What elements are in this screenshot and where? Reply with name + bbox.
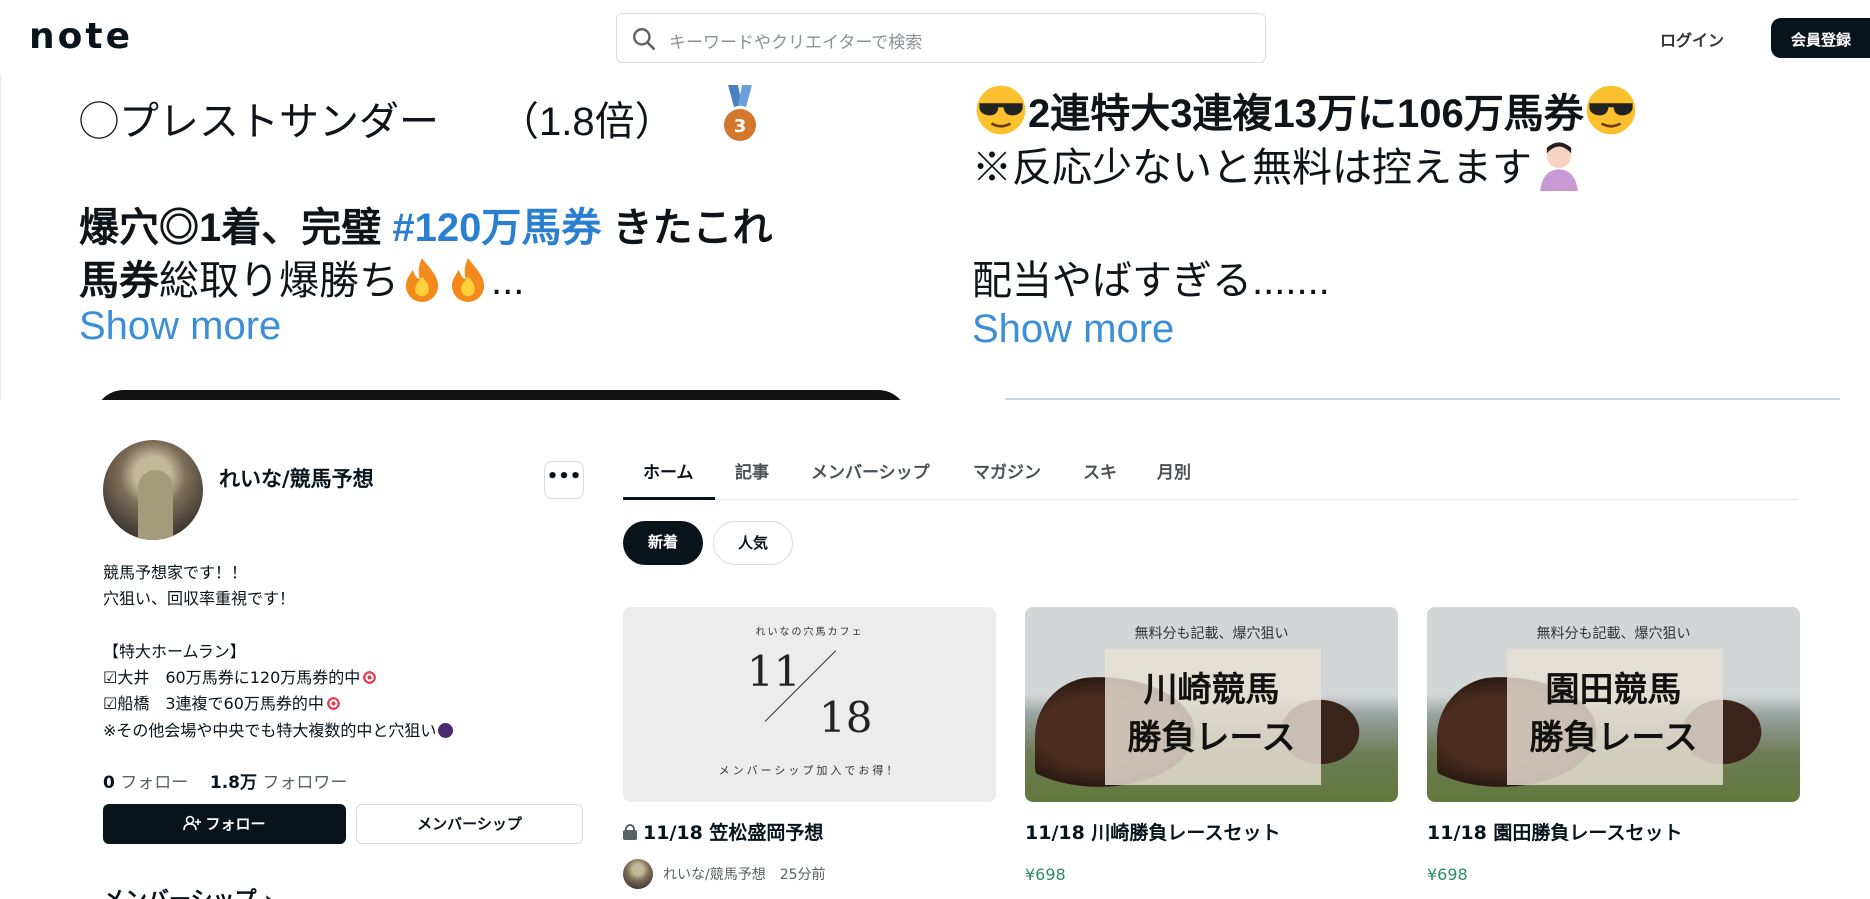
membership-heading[interactable]: メンバーシップ › (103, 882, 273, 899)
article-title[interactable]: 11/18 園田勝負レースセット (1427, 818, 1800, 845)
tab-magazine[interactable]: マガジン (973, 458, 1041, 483)
follow-button-label: フォロー (205, 815, 266, 833)
bronze-medal-icon: 3 (724, 85, 756, 141)
bio-line-row: ☑大井 60万馬券に120万馬券的中 (103, 665, 453, 691)
banner-right-line3: 配当やばすぎる....... (972, 259, 1330, 303)
author-avatar (623, 859, 653, 889)
note-logo[interactable]: note (29, 19, 133, 55)
author-name: れいな/競馬予想 (663, 867, 766, 883)
thumbnail-day: 18 (819, 693, 873, 742)
site-header: note キーワードやクリエイターで検索 ログイン 会員登録 (0, 0, 1870, 75)
bio-line: 穴狙い、回収率重視です！ (103, 589, 296, 609)
thumbnail-month: 11 (747, 647, 801, 696)
tab-membership[interactable]: メンバーシップ (811, 458, 930, 483)
thumbnail-title: 勝負レース (1127, 718, 1296, 758)
banner-left-line2-b: きたこれ (601, 206, 773, 250)
article-title-row[interactable]: 11/18 笠松盛岡予想 (623, 818, 996, 845)
signup-button[interactable]: 会員登録 (1771, 18, 1870, 58)
banner-right-line1-text: 2連特大3連複13万に106万馬券 (1028, 92, 1584, 136)
bio-line: ☑大井 60万馬券に120万馬券的中 (103, 668, 361, 688)
banner-left-line3-c: ... (491, 259, 525, 303)
profile-tabs: ホーム 記事 メンバーシップ マガジン スキ 月別 (623, 448, 1798, 500)
more-options-button[interactable]: ••• (544, 461, 584, 499)
banner-right-line1: 2連特大3連複13万に106万馬券 (974, 81, 1638, 139)
sunglasses-face-icon (1586, 85, 1636, 135)
banner-left-line3-a: 馬券 (79, 259, 159, 303)
bio-line: 【特大ホームラン】 (103, 641, 246, 661)
thumbnail-subtitle: 無料分も記載、爆穴狙い (1536, 626, 1691, 642)
sunglasses-face-icon (976, 85, 1026, 135)
article-thumbnail[interactable]: 無料分も記載、爆穴狙い 川崎競馬 勝負レース (1025, 607, 1398, 802)
woman-bowing-icon (1540, 142, 1578, 191)
bio-line (103, 613, 453, 639)
post-time: 25分前 (779, 867, 826, 883)
article-card[interactable]: れいなの穴馬カフェ 11 18 メンバーシップ加入でお得！ 11/18 笠松盛岡… (623, 607, 996, 889)
membership-button[interactable]: メンバーシップ (356, 804, 583, 844)
lock-icon (623, 824, 637, 840)
thumbnail-title: 園田競馬 (1545, 670, 1682, 710)
follow-stats: 0 フォロー 1.8万 フォロワー (103, 768, 347, 793)
filter-new-button[interactable]: 新着 (623, 521, 703, 565)
active-tab-indicator (623, 497, 715, 500)
article-card[interactable]: 無料分も記載、爆穴狙い 園田競馬 勝負レース 11/18 園田勝負レースセット … (1427, 607, 1800, 884)
login-link[interactable]: ログイン (1660, 27, 1724, 51)
avatar[interactable] (103, 440, 203, 540)
banner-image-edge (94, 390, 908, 400)
article-price: ¥698 (1025, 865, 1066, 884)
bio-line: ※その他会場や中央でも特大複数的中と穴狙い (103, 720, 437, 740)
fire-icon (451, 258, 485, 302)
bio-line: 競馬予想家です！！ (103, 563, 248, 582)
bio-line: ☑船橋 3連複で60万馬券的中 (103, 694, 324, 714)
banner-left-line2-a: 爆穴◎1着、完璧 (79, 206, 393, 250)
article-title: 11/18 笠松盛岡予想 (643, 822, 824, 844)
article-thumbnail[interactable]: れいなの穴馬カフェ 11 18 メンバーシップ加入でお得！ (623, 607, 996, 802)
profile-bio: 競馬予想家です！！ 穴狙い、回収率重視です！ 【特大ホームラン】 ☑大井 60万… (103, 560, 454, 744)
article-thumbnail[interactable]: 無料分も記載、爆穴狙い 園田競馬 勝負レース (1427, 607, 1800, 802)
banner-image-edge (1005, 398, 1840, 400)
banner-left-line1: ◯プレストサンダー （1.8倍） (79, 100, 675, 144)
banner-right-panel: 2連特大3連複13万に106万馬券 ※反応少ないと無料は控えます 配当やばすぎる… (920, 75, 1870, 400)
header-banner-image: ◯プレストサンダー （1.8倍） 3 爆穴◎1着、完璧 #120万馬券 きたこれ… (0, 75, 1870, 400)
follower-count[interactable]: 1.8万 (210, 773, 257, 793)
thumbnail-subtitle: 無料分も記載、爆穴狙い (1134, 626, 1289, 642)
tab-home[interactable]: ホーム (643, 458, 694, 483)
banner-hashtag: #120万馬券 (392, 206, 602, 250)
thumbnail-top-text: れいなの穴馬カフェ (755, 627, 864, 638)
follow-label[interactable]: フォロー (120, 773, 188, 793)
filter-popular-button[interactable]: 人気 (713, 521, 793, 565)
search-bar[interactable]: キーワードやクリエイターで検索 (616, 13, 1266, 63)
tab-articles[interactable]: 記事 (735, 458, 769, 483)
thumbnail-bottom-text: メンバーシップ加入でお得！ (718, 764, 901, 777)
thumbnail-title: 勝負レース (1529, 718, 1698, 758)
add-user-icon (183, 815, 202, 831)
article-card[interactable]: 無料分も記載、爆穴狙い 川崎競馬 勝負レース 11/18 川崎勝負レースセット … (1025, 607, 1398, 884)
tab-likes[interactable]: スキ (1083, 458, 1117, 483)
target-icon (325, 696, 341, 712)
bio-line-row: ☑船橋 3連複で60万馬券的中 (103, 691, 453, 717)
fire-icon (405, 258, 439, 302)
banner-left-line2: 爆穴◎1着、完璧 #120万馬券 きたこれ (79, 195, 772, 253)
follow-count[interactable]: 0 (103, 773, 115, 793)
banner-right-show-more: Show more (972, 307, 1175, 351)
search-input[interactable]: キーワードやクリエイターで検索 (669, 28, 922, 53)
article-author-row[interactable]: れいな/競馬予想 25分前 (623, 859, 996, 889)
follower-label[interactable]: フォロワー (262, 773, 347, 793)
profile-name: れいな/競馬予想 (219, 467, 374, 491)
tab-monthly[interactable]: 月別 (1157, 458, 1191, 483)
thumbnail-title: 川崎競馬 (1143, 670, 1280, 710)
follow-button[interactable]: フォロー (103, 804, 346, 844)
bomb-icon (438, 722, 454, 738)
bio-line-row: ※その他会場や中央でも特大複数的中と穴狙い (103, 718, 454, 744)
banner-right-line2-text: ※反応少ないと無料は控えます (972, 146, 1532, 190)
banner-left-show-more: Show more (79, 304, 282, 348)
target-icon (362, 670, 378, 686)
svg-text:3: 3 (734, 116, 747, 137)
banner-left-line3-b: 総取り爆勝ち (159, 259, 399, 303)
search-icon (633, 28, 656, 51)
banner-right-line2: ※反応少ないと無料は控えます (972, 135, 1586, 193)
banner-left-panel: ◯プレストサンダー （1.8倍） 3 爆穴◎1着、完璧 #120万馬券 きたこれ… (0, 75, 920, 400)
banner-left-line3: 馬券総取り爆勝ち... (79, 248, 524, 306)
article-price: ¥698 (1427, 865, 1468, 884)
article-title[interactable]: 11/18 川崎勝負レースセット (1025, 818, 1398, 845)
